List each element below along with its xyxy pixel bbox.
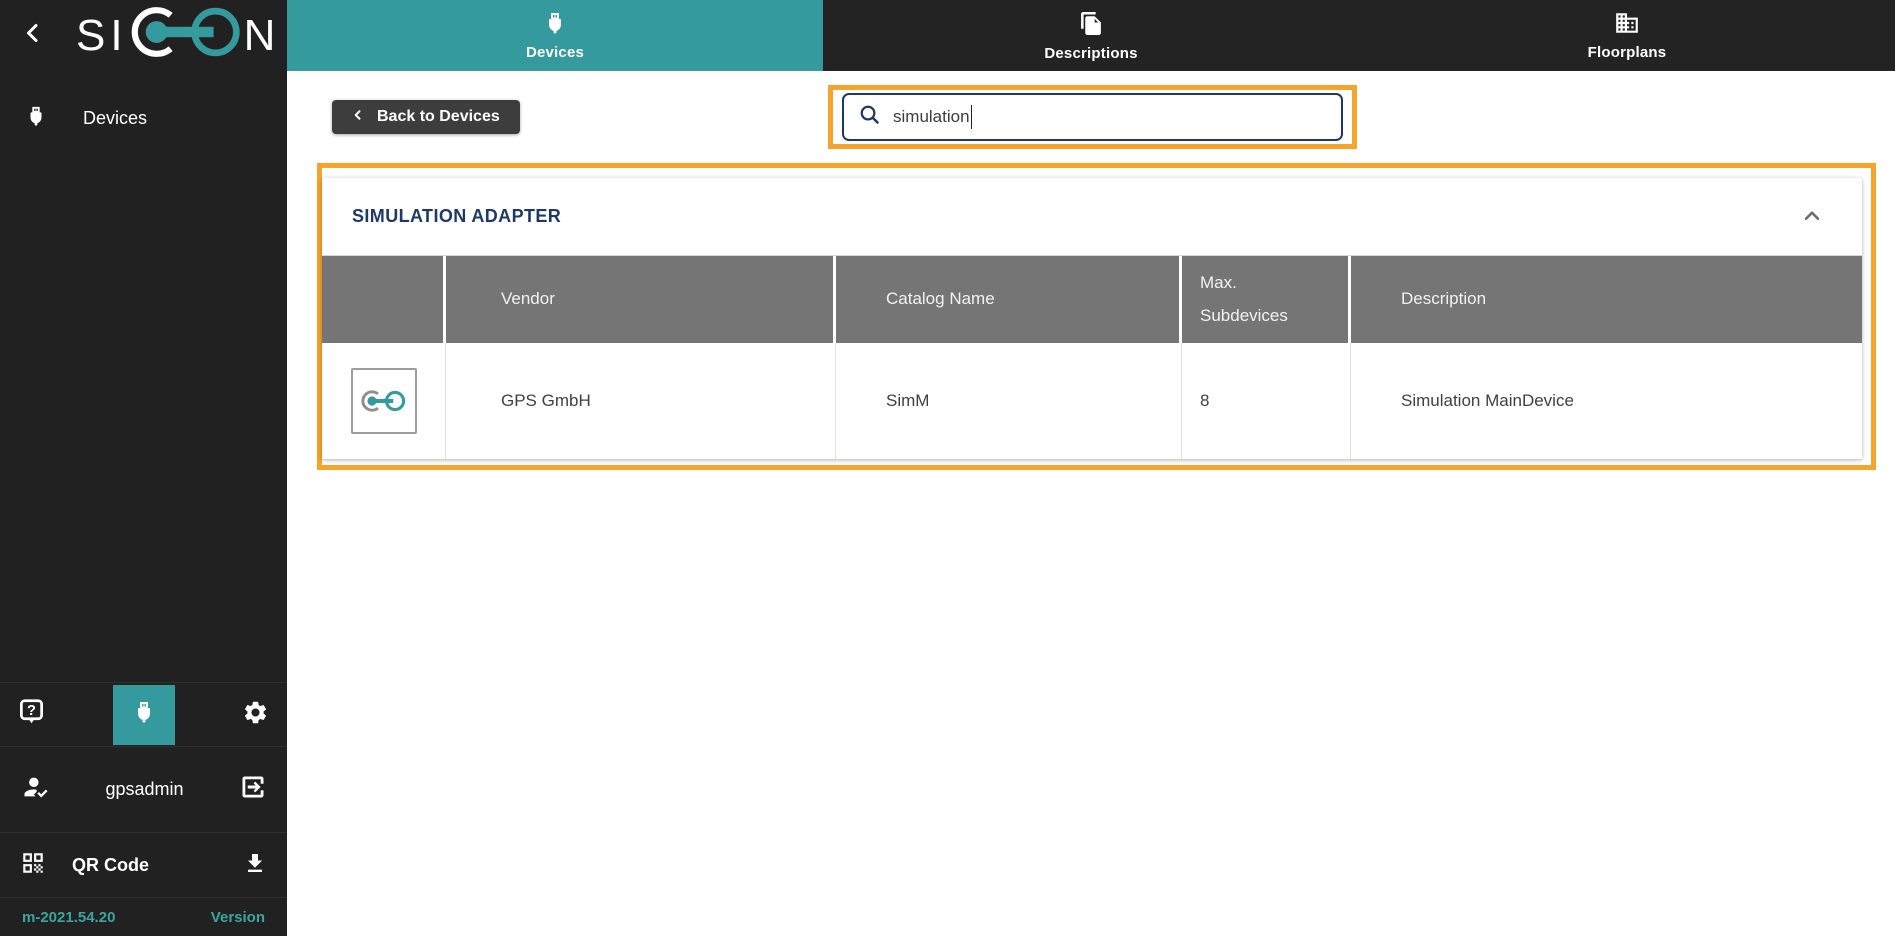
qr-code-row: QR Code — [0, 832, 287, 897]
chevron-up-icon — [1799, 203, 1825, 232]
column-header-catalog-name: Catalog Name — [836, 256, 1182, 343]
logo-text-suffix: N — [244, 14, 281, 58]
catalog-name-cell: SimM — [836, 343, 1182, 459]
vendor-cell: GPS GmbH — [446, 343, 836, 459]
tab-devices[interactable]: Devices — [287, 0, 823, 71]
username-label: gpsadmin — [50, 779, 239, 800]
search-input[interactable]: simulation — [842, 93, 1343, 141]
device-logo-icon — [351, 368, 417, 434]
tab-floorplans[interactable]: Floorplans — [1359, 0, 1895, 71]
description-cell: Simulation MainDevice — [1351, 343, 1862, 459]
sidebar-footer: ? — [0, 682, 287, 936]
sidebar-header: SI N — [0, 0, 287, 71]
help-button[interactable]: ? — [18, 697, 45, 732]
back-button-label: Back to Devices — [377, 108, 500, 126]
qr-code-label: QR Code — [72, 855, 243, 876]
sidebar: SI N Devices — [0, 0, 287, 936]
table-row[interactable]: GPS GmbH SimM 8 Simulation MainDevice — [322, 343, 1862, 460]
chevron-left-icon — [352, 108, 364, 127]
gear-icon — [242, 699, 269, 731]
logo-text-prefix: SI — [76, 14, 128, 58]
max-subdevices-cell: 8 — [1182, 343, 1351, 459]
app-window: SI N Devices — [0, 0, 1895, 936]
collapse-panel-button[interactable] — [1798, 203, 1826, 231]
qr-code-icon — [20, 850, 46, 881]
text-caret — [971, 105, 973, 129]
column-header-description: Description — [1351, 256, 1862, 343]
building-icon — [1614, 10, 1640, 41]
documents-icon — [1079, 10, 1104, 42]
tab-label: Devices — [526, 44, 584, 61]
version-label: Version — [211, 909, 265, 926]
user-check-icon — [20, 773, 50, 806]
sidebar-tools-row: ? — [0, 682, 287, 746]
tab-bar: Devices Descriptions Floorplans — [287, 0, 1895, 71]
tab-label: Floorplans — [1588, 44, 1667, 61]
column-header-icon — [322, 256, 446, 343]
results-highlight-frame: SIMULATION ADAPTER Vendor Catalog Name M… — [317, 163, 1876, 470]
svg-text:?: ? — [27, 703, 36, 719]
plug-icon — [543, 10, 567, 41]
help-icon: ? — [18, 697, 45, 732]
app-logo: SI N — [76, 1, 280, 71]
search-icon — [858, 103, 881, 131]
download-qr-button[interactable] — [243, 851, 267, 880]
column-header-max-subdevices: Max. Subdevices — [1182, 256, 1351, 343]
tab-descriptions[interactable]: Descriptions — [823, 0, 1359, 71]
plug-icon — [25, 104, 47, 133]
search-highlight-frame: simulation — [828, 85, 1357, 149]
tab-label: Descriptions — [1044, 45, 1137, 62]
device-icon-cell — [322, 343, 446, 459]
collapse-sidebar-button[interactable] — [16, 19, 50, 53]
column-header-vendor: Vendor — [446, 256, 836, 343]
search-value: simulation — [893, 107, 970, 127]
simulation-adapter-panel: SIMULATION ADAPTER Vendor Catalog Name M… — [322, 178, 1862, 459]
logout-button[interactable] — [239, 773, 267, 806]
settings-button[interactable] — [242, 699, 269, 731]
plug-icon — [132, 699, 156, 730]
sidebar-item-label: Devices — [83, 108, 147, 129]
user-row: gpsadmin — [0, 746, 287, 832]
logo-link-icon — [128, 1, 244, 71]
sidebar-item-devices[interactable]: Devices — [0, 93, 287, 143]
table-header-row: Vendor Catalog Name Max. Subdevices Desc… — [322, 256, 1862, 343]
sidebar-nav: Devices — [0, 93, 287, 143]
adapters-table: Vendor Catalog Name Max. Subdevices Desc… — [322, 255, 1862, 460]
download-icon — [243, 851, 267, 880]
version-row: m-2021.54.20 Version — [0, 897, 287, 936]
version-value: m-2021.54.20 — [22, 909, 115, 926]
devices-tool-button[interactable] — [113, 685, 175, 745]
panel-header: SIMULATION ADAPTER — [322, 178, 1862, 255]
main-content: Back to Devices simulation SIMULATION AD… — [287, 71, 1895, 936]
chevron-left-icon — [21, 19, 45, 52]
logout-icon — [239, 773, 267, 806]
back-to-devices-button[interactable]: Back to Devices — [332, 100, 520, 134]
panel-title: SIMULATION ADAPTER — [352, 206, 561, 227]
